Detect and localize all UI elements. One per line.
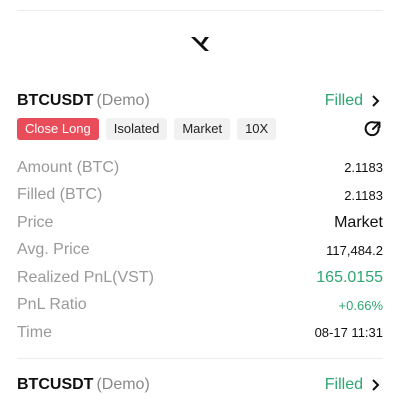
order-symbol: BTCUSDT xyxy=(17,376,94,393)
row-value: Market xyxy=(334,213,383,231)
app-logo-icon xyxy=(191,37,209,51)
row-realized-pnl: Realized PnL(VST) 165.0155 xyxy=(17,264,383,292)
order-header[interactable]: BTCUSDT (Demo) Filled xyxy=(17,376,383,398)
order-header[interactable]: BTCUSDT (Demo) Filled xyxy=(17,92,383,114)
row-amount: Amount (BTC) 2.1183 xyxy=(17,154,383,182)
row-value: 117,484.2 xyxy=(326,242,383,258)
row-value: 2.1183 xyxy=(344,187,383,203)
row-label: Price xyxy=(17,213,54,231)
tag-margin-mode: Isolated xyxy=(105,118,168,140)
share-icon[interactable] xyxy=(363,119,383,139)
row-pnl-ratio: PnL Ratio +0.66% xyxy=(17,292,383,320)
row-filled: Filled (BTC) 2.1183 xyxy=(17,182,383,210)
order-tags: Close Long Isolated Market 10X xyxy=(17,118,277,140)
status-link[interactable]: Filled xyxy=(325,376,383,394)
top-divider xyxy=(17,10,383,11)
order-divider xyxy=(17,358,383,359)
order-details: Amount (BTC) 2.1183 Filled (BTC) 2.1183 … xyxy=(17,154,383,347)
row-label: Amount (BTC) xyxy=(17,158,120,176)
row-value: +0.66% xyxy=(338,297,383,313)
order-status: Filled xyxy=(324,376,363,393)
tag-close-long: Close Long xyxy=(17,118,99,140)
row-label: Time xyxy=(17,323,52,341)
row-label: PnL Ratio xyxy=(17,296,87,314)
row-label: Realized PnL(VST) xyxy=(17,268,154,286)
order-symbol: BTCUSDT xyxy=(17,92,94,109)
chevron-right-icon xyxy=(372,379,380,391)
status-link[interactable]: Filled xyxy=(325,92,383,110)
demo-label: (Demo) xyxy=(96,376,150,393)
tag-order-type: Market xyxy=(174,118,231,140)
demo-label: (Demo) xyxy=(96,92,150,109)
row-value: 2.1183 xyxy=(344,160,383,176)
row-price: Price Market xyxy=(17,209,383,237)
row-label: Avg. Price xyxy=(17,241,90,259)
tag-leverage: 10X xyxy=(237,118,277,140)
row-value: 08-17 11:31 xyxy=(314,325,383,341)
row-label: Filled (BTC) xyxy=(17,186,103,204)
chevron-right-icon xyxy=(372,95,380,107)
order-status: Filled xyxy=(324,92,363,109)
row-avg-price: Avg. Price 117,484.2 xyxy=(17,237,383,265)
row-time: Time 08-17 11:31 xyxy=(17,319,383,347)
row-value: 165.0155 xyxy=(316,268,383,286)
